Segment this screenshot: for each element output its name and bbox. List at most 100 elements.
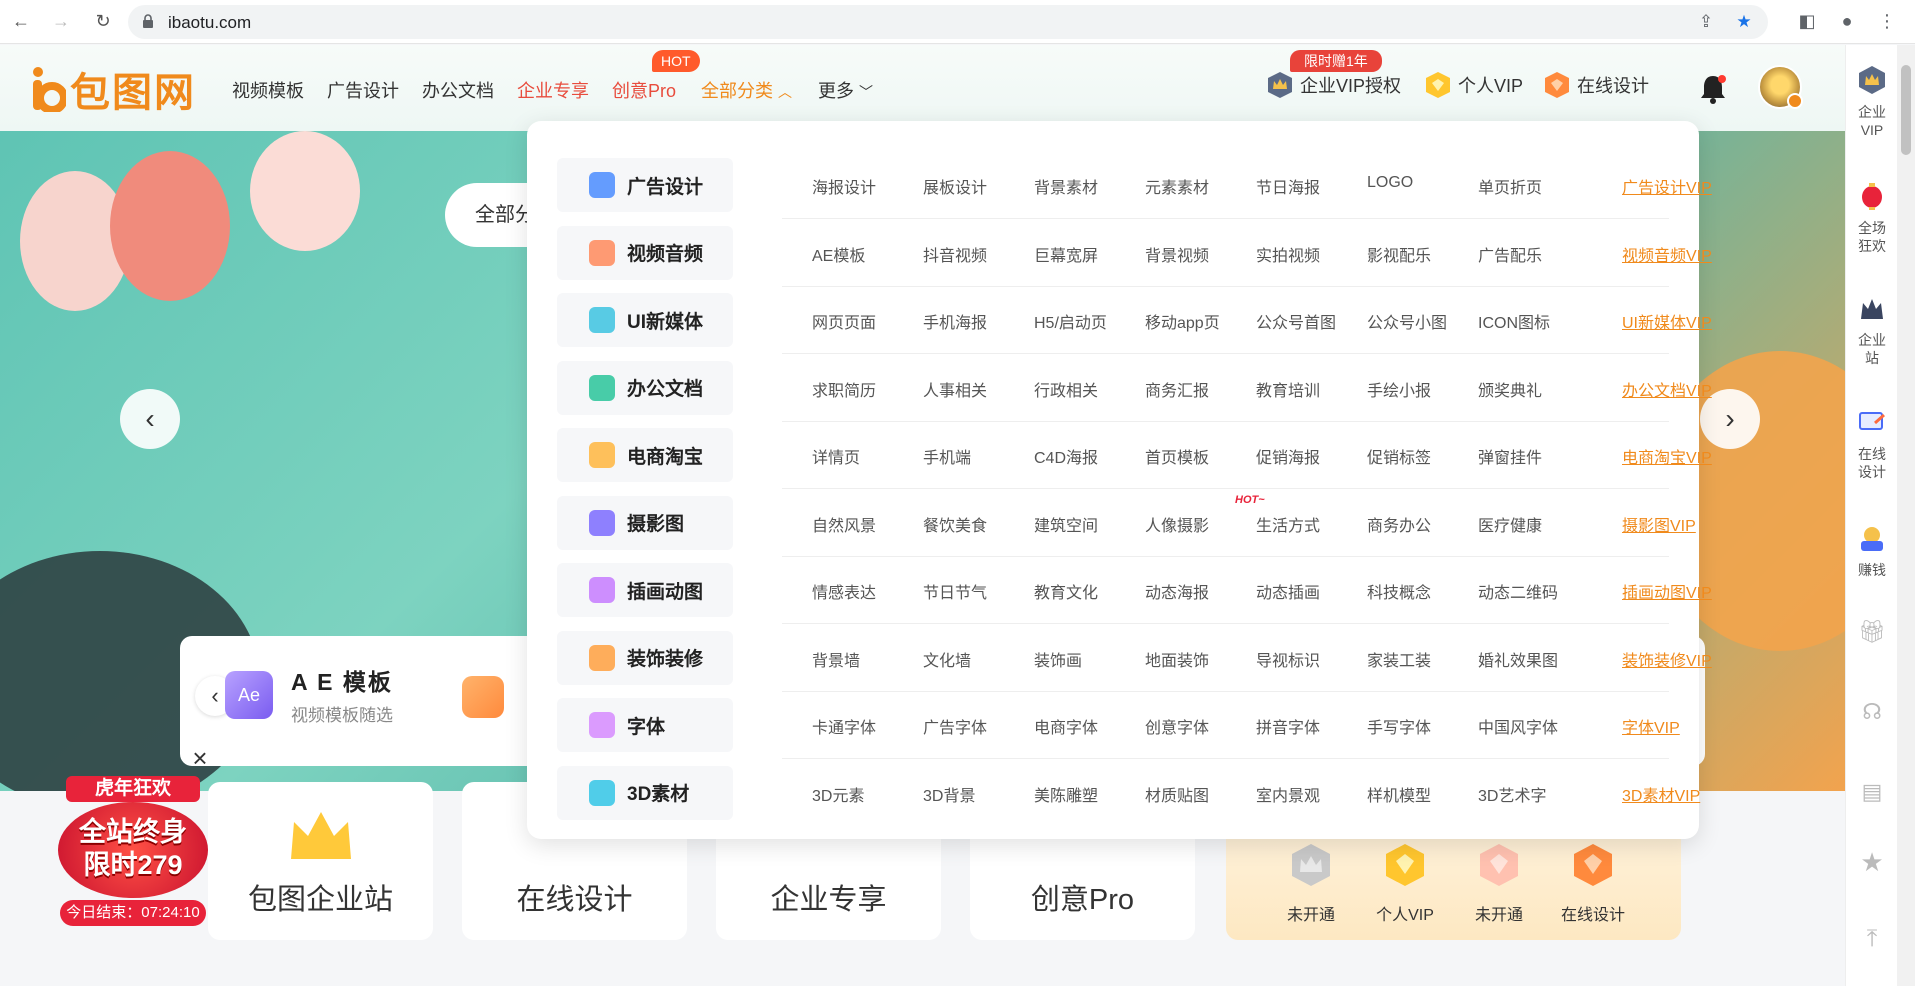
dropdown-vip-link[interactable]: 电商淘宝VIP <box>1622 444 1712 468</box>
dropdown-subcategory-link[interactable]: 广告配乐 <box>1478 242 1542 266</box>
dropdown-subcategory-link[interactable]: 网页页面 <box>812 309 876 333</box>
dropdown-vip-link[interactable]: 插画动图VIP <box>1622 579 1712 603</box>
dropdown-subcategory-link[interactable]: 弹窗挂件 <box>1478 444 1542 468</box>
dropdown-subcategory-link[interactable]: 地面装饰 <box>1145 647 1209 671</box>
dropdown-subcategory-link[interactable]: 颁奖典礼 <box>1478 377 1542 401</box>
dropdown-subcategory-link[interactable]: 动态插画 <box>1256 579 1320 603</box>
dropdown-subcategory-link[interactable]: 人像摄影 <box>1145 512 1209 536</box>
dropdown-subcategory-link[interactable]: 情感表达 <box>812 579 876 603</box>
dropdown-vip-link[interactable]: UI新媒体VIP <box>1622 309 1712 333</box>
dropdown-subcategory-link[interactable]: 家装工装 <box>1367 647 1431 671</box>
sidebar-carnival[interactable]: 全场 狂欢 <box>1846 181 1898 255</box>
dropdown-subcategory-link[interactable]: C4D海报 <box>1034 444 1098 468</box>
dropdown-subcategory-link[interactable]: 求职简历 <box>812 377 876 401</box>
nav-enterprise-exclusive[interactable]: 企业专享 <box>517 77 589 103</box>
dropdown-category[interactable]: 摄影图 <box>557 495 733 550</box>
dropdown-subcategory-link[interactable]: 公众号小图 <box>1367 309 1447 333</box>
kebab-menu-icon[interactable]: ⋮ <box>1875 9 1899 33</box>
dropdown-subcategory-link[interactable]: 移动app页 <box>1145 309 1220 333</box>
dropdown-subcategory-link[interactable]: 展板设计 <box>923 174 987 198</box>
close-icon[interactable]: × <box>188 745 212 771</box>
sidebar-enterprise-vip[interactable]: 企业 VIP <box>1846 65 1898 139</box>
sidebar-earn-money[interactable]: 赚钱 <box>1846 523 1898 579</box>
dropdown-vip-link[interactable]: 摄影图VIP <box>1622 512 1696 536</box>
dropdown-subcategory-link[interactable]: 节日海报 <box>1256 174 1320 198</box>
dropdown-category[interactable]: 装饰装修 <box>557 630 733 685</box>
card-enterprise-site[interactable]: 包图企业站 <box>208 782 433 940</box>
share-icon[interactable]: ⇪ <box>1696 12 1716 32</box>
promo-float-ad[interactable]: 虎年狂欢 全站终身 限时279 今日结束：07:24:10 <box>58 776 208 926</box>
dropdown-subcategory-link[interactable]: 卡通字体 <box>812 714 876 738</box>
dropdown-subcategory-link[interactable]: 3D艺术字 <box>1478 782 1546 806</box>
url-text[interactable]: ibaotu.com <box>168 13 251 33</box>
dropdown-subcategory-link[interactable]: LOGO <box>1367 174 1413 192</box>
dropdown-subcategory-link[interactable]: 中国风字体 <box>1478 714 1558 738</box>
dropdown-subcategory-link[interactable]: 手绘小报 <box>1367 377 1431 401</box>
bell-icon[interactable] <box>1698 73 1728 105</box>
dropdown-subcategory-link[interactable]: 人事相关 <box>923 377 987 401</box>
vip-third-status[interactable]: 未开通 <box>1454 842 1544 925</box>
avatar[interactable] <box>1758 65 1803 109</box>
dropdown-subcategory-link[interactable]: 抖音视频 <box>923 242 987 266</box>
dropdown-subcategory-link[interactable]: 广告字体 <box>923 714 987 738</box>
dropdown-subcategory-link[interactable]: 促销标签 <box>1367 444 1431 468</box>
dropdown-subcategory-link[interactable]: 拼音字体 <box>1256 714 1320 738</box>
dropdown-category[interactable]: 办公文档 <box>557 360 733 415</box>
back-arrow-icon[interactable]: ← <box>10 10 32 32</box>
dropdown-subcategory-link[interactable]: 背景素材 <box>1034 174 1098 198</box>
dropdown-subcategory-link[interactable]: 影视配乐 <box>1367 242 1431 266</box>
dropdown-subcategory-link[interactable]: 教育文化 <box>1034 579 1098 603</box>
dropdown-subcategory-link[interactable]: 科技概念 <box>1367 579 1431 603</box>
nav-creative-pro[interactable]: 创意Pro <box>612 77 676 103</box>
dropdown-category[interactable]: 视频音频 <box>557 225 733 280</box>
vip-personal-status[interactable]: 个人VIP <box>1360 842 1450 925</box>
dropdown-subcategory-link[interactable]: 医疗健康 <box>1478 512 1542 536</box>
nav-video-templates[interactable]: 视频模板 <box>232 77 304 103</box>
dropdown-subcategory-link[interactable]: 单页折页 <box>1478 174 1542 198</box>
dropdown-subcategory-link[interactable]: 元素素材 <box>1145 174 1209 198</box>
dropdown-category[interactable]: 电商淘宝 <box>557 428 733 482</box>
dropdown-subcategory-link[interactable]: 详情页 <box>812 444 860 468</box>
dropdown-vip-link[interactable]: 办公文档VIP <box>1622 377 1712 401</box>
dropdown-subcategory-link[interactable]: 海报设计 <box>812 174 876 198</box>
dropdown-subcategory-link[interactable]: 手写字体 <box>1367 714 1431 738</box>
dropdown-category[interactable]: 字体 <box>557 698 733 752</box>
dropdown-subcategory-link[interactable]: 婚礼效果图 <box>1478 647 1558 671</box>
page-scrollbar[interactable] <box>1897 45 1915 986</box>
personal-vip-link[interactable]: 个人VIP <box>1424 71 1523 99</box>
dropdown-subcategory-link[interactable]: 教育培训 <box>1256 377 1320 401</box>
nav-ad-design[interactable]: 广告设计 <box>327 77 399 103</box>
dropdown-subcategory-link[interactable]: 首页模板 <box>1145 444 1209 468</box>
back-to-top-icon[interactable]: ⤒ <box>1846 927 1898 951</box>
dropdown-subcategory-link[interactable]: 样机模型 <box>1367 782 1431 806</box>
side-panel-icon[interactable]: ◧ <box>1795 9 1819 33</box>
dropdown-subcategory-link[interactable]: 节日节气 <box>923 579 987 603</box>
dropdown-category[interactable]: 广告设计 <box>557 158 733 212</box>
logo[interactable]: 包图网 <box>30 65 196 116</box>
address-bar[interactable]: ibaotu.com ⇪ ★ <box>128 5 1768 39</box>
dropdown-subcategory-link[interactable]: 行政相关 <box>1034 377 1098 401</box>
bookmark-star-icon[interactable]: ★ <box>1734 12 1754 32</box>
vip-online-design-status[interactable]: 在线设计 <box>1548 842 1638 925</box>
dropdown-category[interactable]: 3D素材 <box>557 765 733 820</box>
dropdown-subcategory-link[interactable]: 手机海报 <box>923 309 987 333</box>
dropdown-subcategory-link[interactable]: ICON图标 <box>1478 309 1550 333</box>
dropdown-subcategory-link[interactable]: 3D背景 <box>923 782 975 806</box>
dropdown-subcategory-link[interactable]: 电商字体 <box>1034 714 1098 738</box>
dropdown-category[interactable]: 插画动图 <box>557 563 733 617</box>
vip-enterprise-status[interactable]: 未开通 <box>1266 842 1356 925</box>
dropdown-vip-link[interactable]: 3D素材VIP <box>1622 782 1700 806</box>
star-icon[interactable]: ★ <box>1846 849 1898 875</box>
enterprise-vip-link[interactable]: 企业VIP授权 <box>1266 71 1401 99</box>
dropdown-subcategory-link[interactable]: 促销海报 <box>1256 444 1320 468</box>
dropdown-vip-link[interactable]: 装饰装修VIP <box>1622 647 1712 671</box>
dropdown-subcategory-link[interactable]: 导视标识 <box>1256 647 1320 671</box>
dropdown-category[interactable]: UI新媒体 <box>557 293 733 347</box>
banner-prev-arrow-icon[interactable]: ‹ <box>120 389 180 449</box>
dropdown-subcategory-link[interactable]: 建筑空间 <box>1034 512 1098 536</box>
dropdown-vip-link[interactable]: 广告设计VIP <box>1622 174 1712 198</box>
dropdown-subcategory-link[interactable]: H5/启动页 <box>1034 309 1107 333</box>
reload-icon[interactable]: ↻ <box>92 10 114 32</box>
dropdown-subcategory-link[interactable]: 生活方式 <box>1256 512 1320 536</box>
dropdown-subcategory-link[interactable]: 背景墙 <box>812 647 860 671</box>
